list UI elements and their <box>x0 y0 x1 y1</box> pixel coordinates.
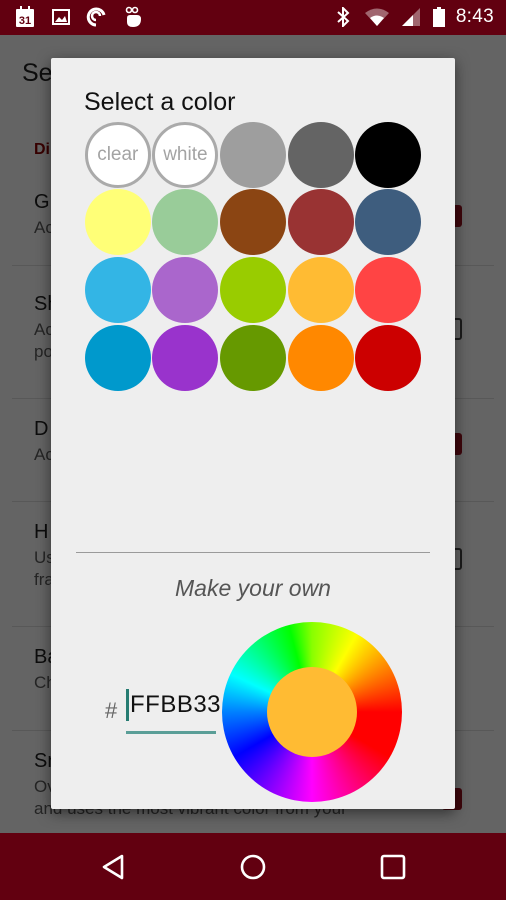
swatch-lime[interactable] <box>219 256 286 323</box>
swatch-slate-blue[interactable] <box>355 189 422 256</box>
color-picker-dialog: Select a color clear white Make your own … <box>51 58 455 809</box>
clock: 8:43 <box>455 6 494 27</box>
swatch-black[interactable] <box>355 121 422 188</box>
swatch-blue[interactable] <box>84 324 151 391</box>
gallery-icon <box>50 6 72 28</box>
battery-icon <box>432 6 446 28</box>
swatch-lavender[interactable] <box>152 256 219 323</box>
color-wheel[interactable] <box>222 622 402 802</box>
make-your-own-label: Make your own <box>175 575 331 601</box>
swatch-label: clear <box>97 143 139 165</box>
swatch-maroon[interactable] <box>287 189 354 256</box>
navigation-bar <box>0 833 506 900</box>
swatch-light-gray[interactable] <box>219 121 286 188</box>
text-cursor <box>126 689 129 721</box>
hex-prefix: # <box>105 698 118 723</box>
wifi-icon <box>364 6 390 28</box>
dialog-title: Select a color <box>84 88 236 116</box>
screen: 31 8:43 Select a color clear white Make … <box>0 0 506 900</box>
gesture-icon <box>122 6 144 28</box>
swatch-red[interactable] <box>355 324 422 391</box>
swatch-sky-blue[interactable] <box>84 256 151 323</box>
back-icon <box>102 854 124 880</box>
swatch-orange[interactable] <box>287 324 354 391</box>
selected-color-preview[interactable] <box>267 667 357 757</box>
swatch-light-red[interactable] <box>355 256 422 323</box>
swatch-purple[interactable] <box>152 324 219 391</box>
pushbullet-icon <box>86 6 108 28</box>
status-bar: 31 8:43 <box>0 0 506 35</box>
swatch-light-yellow[interactable] <box>84 189 151 256</box>
swatch-clear[interactable]: clear <box>84 121 151 188</box>
swatch-label: white <box>163 143 208 165</box>
swatch-sage-green[interactable] <box>152 189 219 256</box>
swatch-green[interactable] <box>219 324 286 391</box>
bluetooth-icon <box>332 6 354 28</box>
cell-signal-icon <box>400 6 422 28</box>
home-icon <box>240 854 266 880</box>
hex-input[interactable]: FFBB33 <box>126 686 221 734</box>
swatch-dark-gray[interactable] <box>287 121 354 188</box>
recents-icon <box>380 854 406 880</box>
swatch-grid: clear white <box>84 121 422 391</box>
swatch-brown[interactable] <box>219 189 286 256</box>
swatch-white[interactable]: white <box>152 121 219 188</box>
home-button[interactable] <box>236 850 270 884</box>
calendar-icon: 31 <box>14 6 36 28</box>
svg-text:31: 31 <box>19 15 31 27</box>
back-button[interactable] <box>96 850 130 884</box>
swatch-light-orange[interactable] <box>287 256 354 323</box>
divider <box>76 552 430 553</box>
hex-value: FFBB33 <box>130 691 222 718</box>
recents-button[interactable] <box>376 850 410 884</box>
